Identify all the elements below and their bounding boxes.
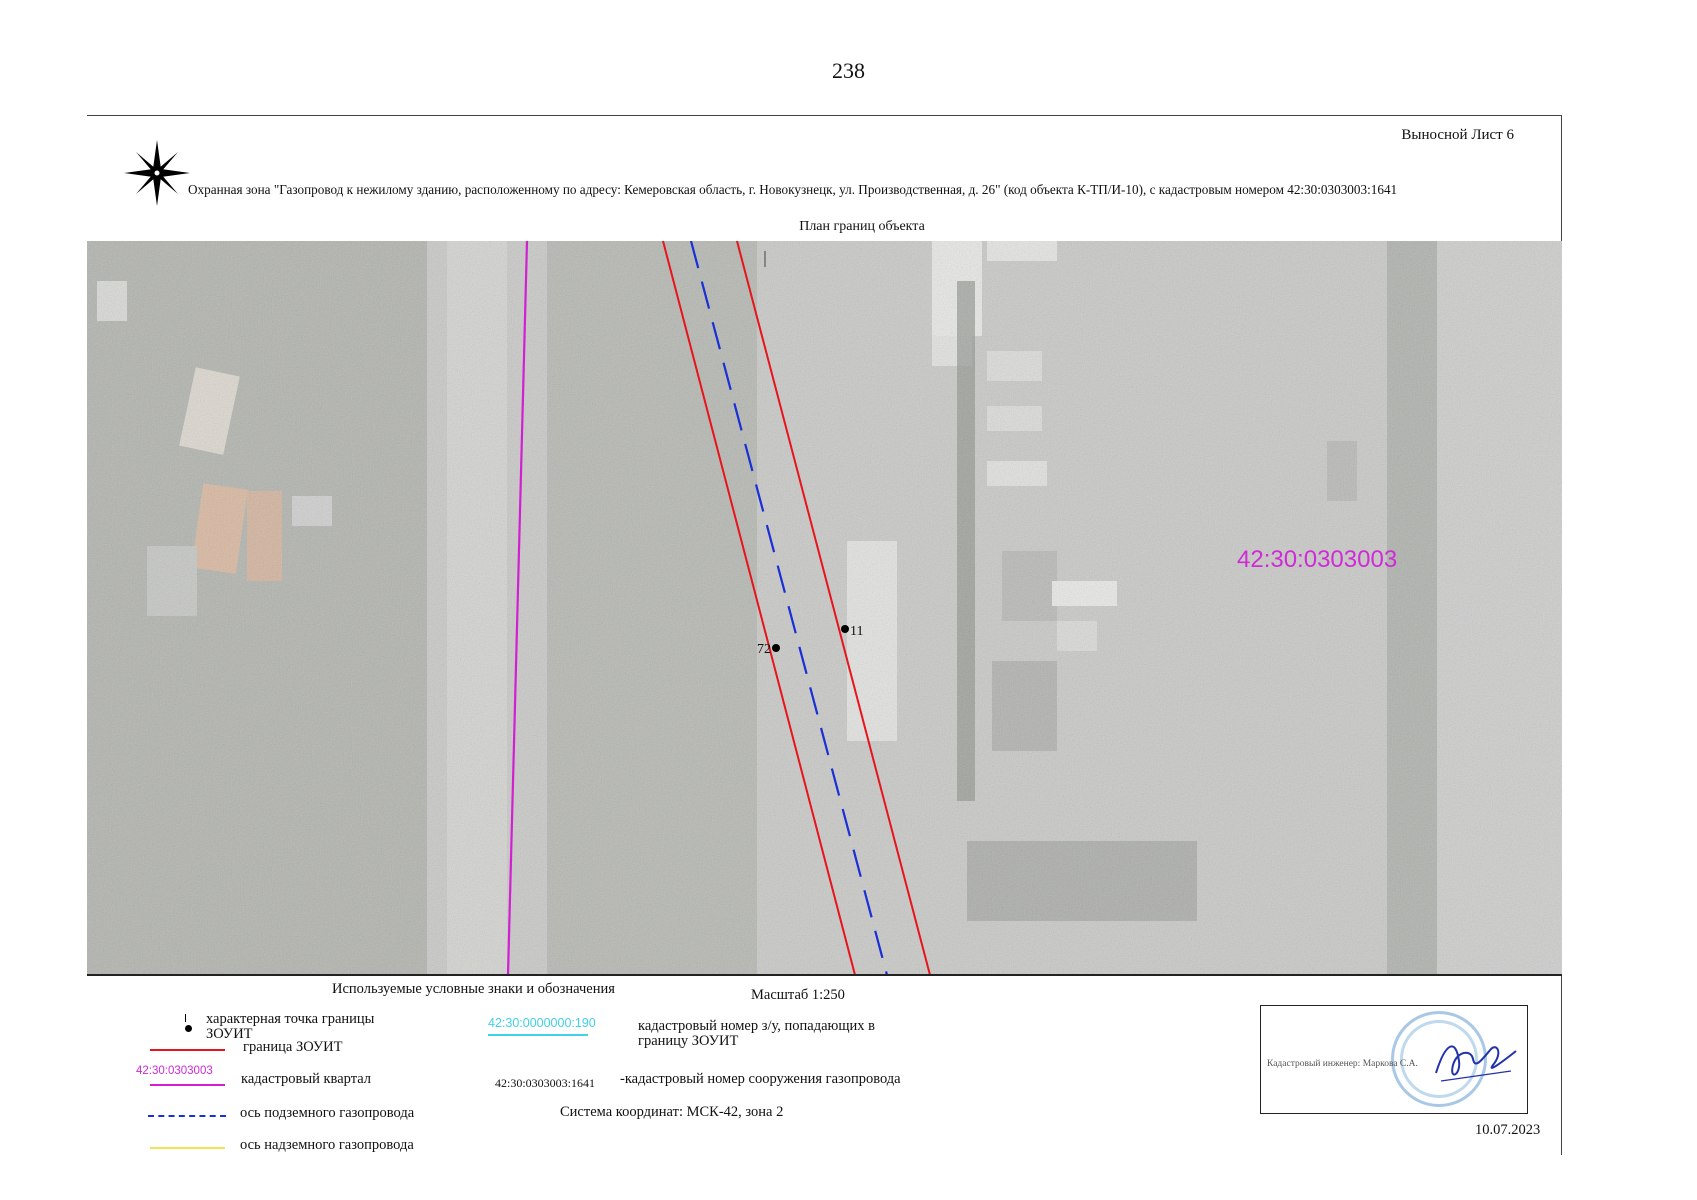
coordinate-system-label: Система координат: МСК-42, зона 2 <box>560 1104 784 1120</box>
compass-rose-icon <box>122 138 192 208</box>
point-symbol-tick <box>185 1014 186 1022</box>
quarter-sample-label: 42:30:0303003 <box>136 1065 213 1077</box>
legend-underground-axis-label: ось подземного газопровода <box>240 1105 415 1121</box>
map-texture <box>87 241 1562 975</box>
plan-title: План границ объекта <box>799 219 925 234</box>
engineer-label: Кадастровый инженер: Маркова С.А. <box>1267 1059 1418 1069</box>
legend-char-point-label: характерная точка границы ЗОУИТ <box>206 1011 375 1042</box>
characteristic-point-symbol <box>185 1025 192 1032</box>
object-title: Охранная зона "Газопровод к нежилому зда… <box>188 182 1398 197</box>
legend-zone-boundary-label: граница ЗОУИТ <box>243 1039 343 1055</box>
boundary-point-72 <box>772 644 780 652</box>
parcel-symbol-line <box>488 1034 588 1036</box>
aboveground-axis-symbol <box>150 1147 225 1149</box>
map-bottom-border <box>87 974 1562 976</box>
point-label-11: 11 <box>850 624 863 639</box>
legend-parcel-label: кадастровый номер з/у, попадающих в гран… <box>638 1018 876 1049</box>
signature-box: Кадастровый инженер: Маркова С.А. <box>1260 1005 1528 1114</box>
quarter-boundary-symbol <box>150 1084 225 1086</box>
legend-aboveground-axis-label: ось надземного газопровода <box>240 1137 414 1153</box>
structure-sample-label: 42:30:0303003:1641 <box>495 1076 596 1090</box>
engineer-signature <box>1435 1045 1517 1082</box>
engineer-name: Маркова С.А. <box>1362 1059 1418 1069</box>
sheet-label: Выносной Лист 6 <box>1401 127 1514 143</box>
page-number: 238 <box>832 58 865 83</box>
engineer-title: Кадастровый инженер: <box>1267 1059 1361 1069</box>
satellite-map: 11 72 42:30:0303003 <box>87 241 1562 975</box>
legend-title: Используемые условные знаки и обозначени… <box>332 981 615 997</box>
legend-structure-label: -кадастровый номер сооружения газопровод… <box>620 1071 901 1087</box>
boundary-point-11 <box>841 625 849 633</box>
point-label-72: 72 <box>757 642 771 657</box>
quarter-label: 42:30:0303003 <box>1237 546 1397 573</box>
date-label: 10.07.2023 <box>1475 1122 1541 1138</box>
parcel-sample-label: 42:30:0000000:190 <box>488 1016 596 1030</box>
scale-label: Масштаб 1:250 <box>751 987 845 1003</box>
legend-quarter-label: кадастровый квартал <box>241 1071 372 1087</box>
zone-boundary-symbol <box>150 1049 225 1051</box>
underground-axis-symbol <box>148 1115 226 1117</box>
sheet-frame-top <box>87 115 1562 116</box>
